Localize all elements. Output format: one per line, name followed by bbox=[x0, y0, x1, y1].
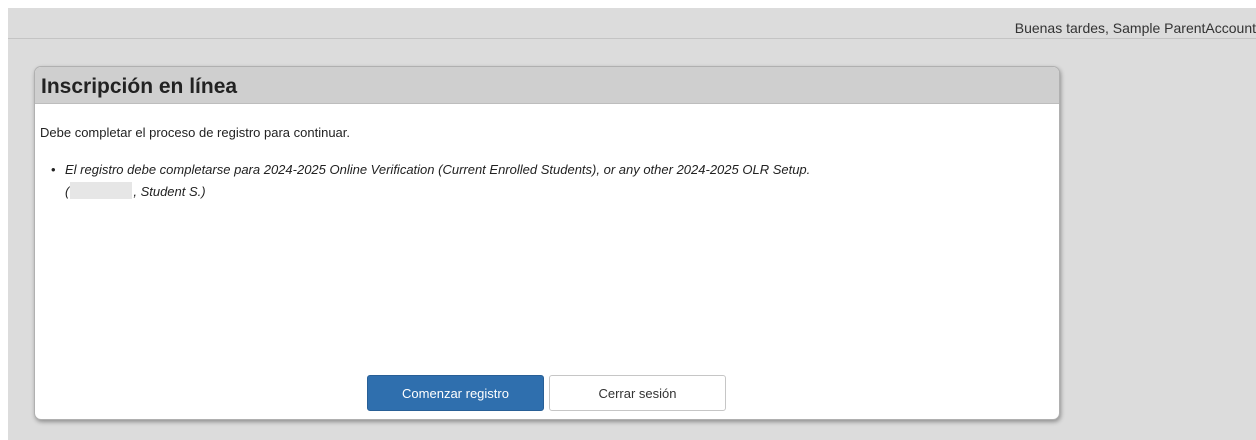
top-bar: Buenas tardes, Sample ParentAccount bbox=[8, 8, 1256, 39]
registration-requirement-text: El registro debe completarse para 2024-2… bbox=[65, 162, 811, 177]
redacted-student-name bbox=[70, 182, 133, 199]
bullet-icon: • bbox=[51, 162, 56, 177]
student-name-text: , Student S.) bbox=[133, 184, 206, 199]
registration-list: • El registro debe completarse para 2024… bbox=[51, 159, 1051, 203]
app-frame: Buenas tardes, Sample ParentAccount Insc… bbox=[8, 8, 1256, 440]
start-registration-button[interactable]: Comenzar registro bbox=[367, 375, 544, 411]
card-header: Inscripción en línea bbox=[35, 67, 1059, 104]
page-title: Inscripción en línea bbox=[41, 75, 238, 98]
logout-button[interactable]: Cerrar sesión bbox=[549, 375, 726, 411]
online-registration-card: Inscripción en línea Debe completar el p… bbox=[34, 66, 1060, 420]
list-item: • El registro debe completarse para 2024… bbox=[51, 159, 1051, 203]
open-paren: ( bbox=[65, 184, 70, 199]
greeting-text: Buenas tardes, Sample ParentAccount bbox=[1014, 20, 1256, 36]
intro-text: Debe completar el proceso de registro pa… bbox=[40, 125, 351, 140]
